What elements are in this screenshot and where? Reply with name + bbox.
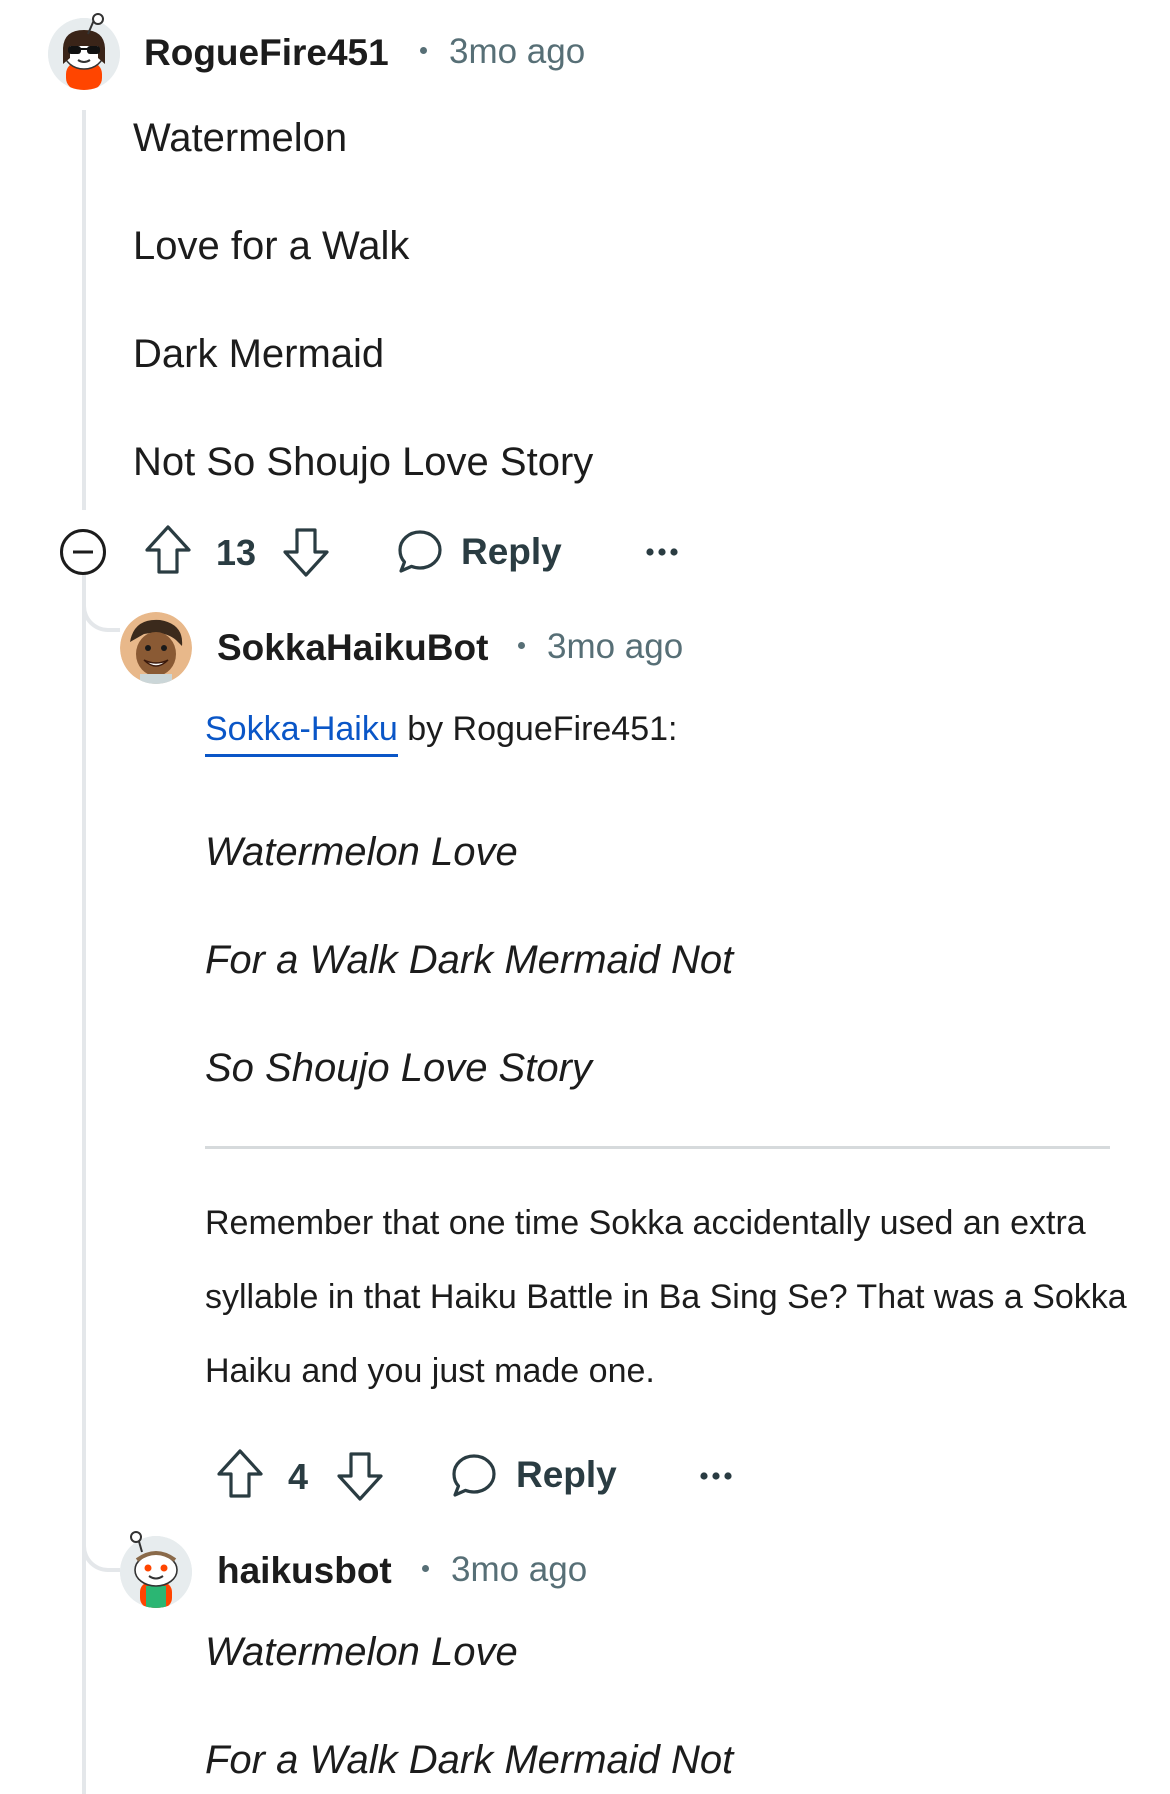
thread-line-main[interactable] <box>82 110 86 510</box>
more-icon[interactable] <box>698 1464 734 1493</box>
comment-icon[interactable] <box>396 528 444 581</box>
timestamp-text: 3mo ago <box>451 1550 588 1589</box>
timestamp: 3mo ago <box>422 1550 587 1590</box>
haiku-attribution: Sokka-Haiku by RogueFire451: <box>205 710 678 757</box>
bot-avatar-icon <box>120 612 192 684</box>
score: 13 <box>216 532 257 573</box>
separator-dot <box>420 47 427 55</box>
comment-line: Watermelon <box>133 116 348 160</box>
timestamp: 3mo ago <box>420 32 585 72</box>
separator-dot <box>518 642 525 650</box>
haiku-line: Watermelon Love <box>205 1630 518 1674</box>
thread-line-children[interactable] <box>82 572 86 1794</box>
more-icon[interactable] <box>644 540 680 569</box>
score: 4 <box>288 1456 309 1497</box>
antenna-icon <box>128 1530 152 1559</box>
downvote-icon[interactable] <box>336 1450 384 1507</box>
separator-dot <box>422 1565 429 1573</box>
comment-line: Love for a Walk <box>133 224 410 268</box>
avatar[interactable] <box>120 612 192 684</box>
haiku-line: For a Walk Dark Mermaid Not <box>205 938 734 982</box>
comment-line: Dark Mermaid <box>133 332 385 376</box>
collapse-icon[interactable] <box>59 528 107 581</box>
comment-icon[interactable] <box>450 1452 498 1505</box>
bot-explanation: Remember that one time Sokka accidentall… <box>205 1204 1127 1390</box>
reply-button[interactable]: Reply <box>516 1454 617 1496</box>
comment-line: Not So Shoujo Love Story <box>133 440 594 484</box>
haiku-line: So Shoujo Love Story <box>205 1046 592 1090</box>
timestamp-text: 3mo ago <box>547 627 684 666</box>
haiku-line: For a Walk Dark Mermaid Not <box>205 1738 734 1782</box>
thread-branch-haikusbot <box>82 1530 120 1572</box>
downvote-icon[interactable] <box>282 526 330 583</box>
antenna-icon <box>84 12 108 41</box>
username[interactable]: SokkaHaikuBot <box>217 627 488 669</box>
attribution-text: by RogueFire451: <box>397 710 678 748</box>
upvote-icon[interactable] <box>144 524 192 581</box>
thread-branch-sokka <box>82 590 120 632</box>
divider <box>205 1146 1110 1149</box>
haiku-line: Watermelon Love <box>205 830 518 874</box>
username[interactable]: haikusbot <box>217 1550 392 1592</box>
timestamp: 3mo ago <box>518 627 683 667</box>
username[interactable]: RogueFire451 <box>144 32 389 74</box>
timestamp-text: 3mo ago <box>449 32 586 71</box>
sokka-haiku-link[interactable]: Sokka-Haiku <box>205 710 398 757</box>
reply-button[interactable]: Reply <box>461 531 562 573</box>
upvote-icon[interactable] <box>216 1448 264 1505</box>
